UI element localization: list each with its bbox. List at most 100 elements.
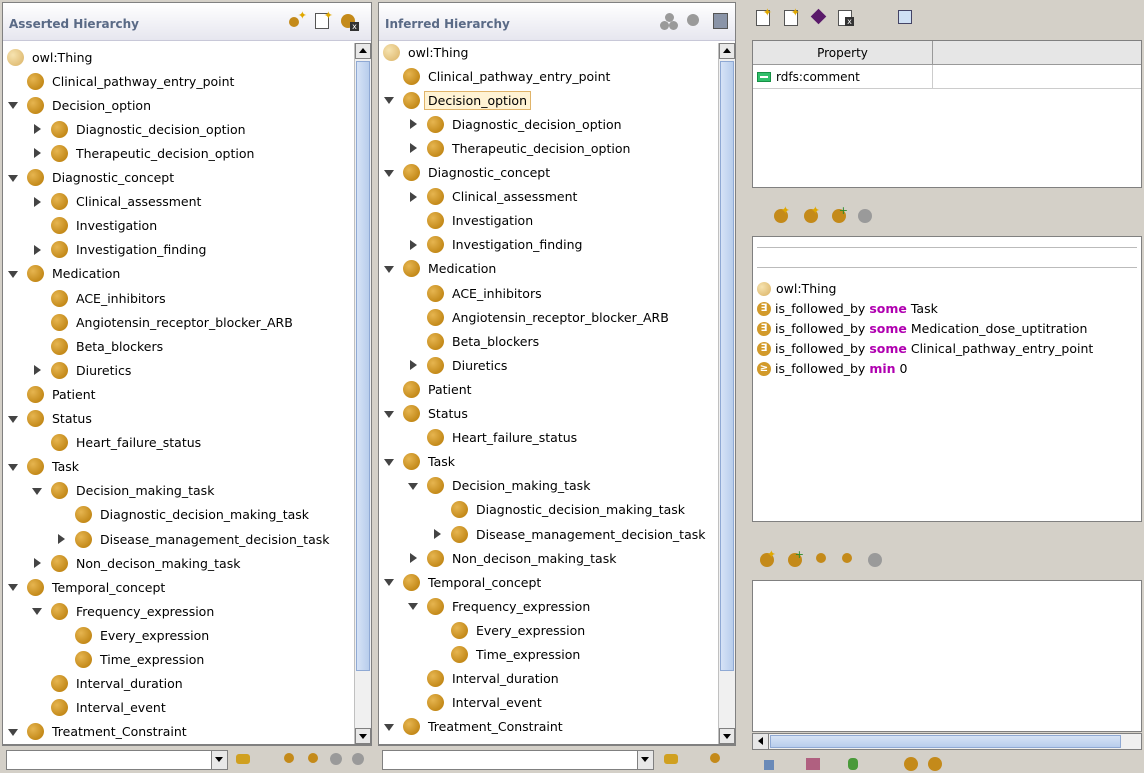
condition-item[interactable]: ∃ is_followed_by some Clinical_pathway_entr… — [757, 341, 1093, 356]
tree-node[interactable]: Investigation — [407, 210, 536, 232]
tree-node[interactable]: Heart_failure_status — [407, 427, 580, 449]
tree-node[interactable]: Interval_event — [31, 697, 169, 719]
classify-icon[interactable] — [659, 11, 679, 31]
expand-arrow-icon[interactable] — [407, 191, 419, 203]
collapse-arrow-icon[interactable] — [7, 461, 19, 473]
tree-node[interactable]: Task — [7, 456, 82, 478]
expand-arrow-icon[interactable] — [31, 244, 43, 256]
tree-node[interactable]: Clinical_assessment — [31, 191, 204, 213]
delete-annotation-icon[interactable]: x — [836, 8, 854, 26]
expand-arrow-icon[interactable] — [407, 239, 419, 251]
collapse-arrow-icon[interactable] — [383, 721, 395, 733]
tree-node[interactable]: Frequency_expression — [407, 595, 593, 617]
expand-arrow-icon[interactable] — [31, 557, 43, 569]
equivalent-icon[interactable] — [926, 754, 944, 772]
tree-node[interactable]: owl:Thing — [383, 43, 471, 63]
expand-arrow-icon[interactable] — [31, 196, 43, 208]
tree-node[interactable]: Every_expression — [55, 624, 212, 646]
tree-node[interactable]: Diagnostic_concept — [383, 162, 553, 184]
expand-arrow-icon[interactable] — [31, 147, 43, 159]
scroll-down-arrow[interactable] — [355, 728, 371, 744]
horizontal-scrollbar[interactable] — [752, 733, 1142, 750]
tree-node[interactable]: Diuretics — [407, 354, 510, 376]
tree-node[interactable]: Status — [383, 403, 471, 425]
tree-node[interactable]: Diagnostic_decision_making_task — [55, 504, 312, 526]
tree-node[interactable]: Non_decison_making_task — [31, 552, 243, 574]
add-annotation-icon[interactable]: ✦ — [754, 7, 772, 26]
collapse-arrow-icon[interactable] — [31, 605, 43, 617]
tree-node[interactable]: Diagnostic_decision_option — [31, 118, 249, 140]
tree-node[interactable]: Angiotensin_receptor_blocker_ARB — [31, 311, 296, 333]
delete-class-icon[interactable]: x — [339, 11, 359, 31]
tree-node[interactable]: Investigation_finding — [407, 234, 585, 256]
tree-node[interactable]: Patient — [383, 378, 475, 400]
collapse-arrow-icon[interactable] — [7, 172, 19, 184]
tree-node[interactable]: Diuretics — [31, 359, 134, 381]
chevron-down-icon[interactable] — [211, 751, 227, 769]
tree-node[interactable]: Time_expression — [55, 649, 207, 671]
debug-icon[interactable] — [844, 754, 862, 772]
collapse-arrow-icon[interactable] — [383, 456, 395, 468]
find-icon[interactable] — [685, 11, 705, 31]
save-icon[interactable] — [711, 11, 731, 31]
tree-node[interactable]: Clinical_assessment — [407, 186, 580, 208]
tree-node[interactable]: Decision_option — [7, 94, 154, 116]
tree-node[interactable]: Frequency_expression — [31, 600, 217, 622]
tree-node[interactable]: Diagnostic_decision_making_task — [431, 499, 688, 521]
collapse-arrow-icon[interactable] — [7, 268, 19, 280]
asserted-vertical-scrollbar[interactable] — [354, 43, 371, 744]
tree-node[interactable]: Therapeutic_decision_option — [31, 142, 257, 164]
tree-node[interactable]: Interval_event — [407, 692, 545, 714]
expand-tree-icon[interactable] — [282, 750, 300, 768]
chevron-down-icon[interactable] — [637, 751, 653, 769]
tree-node[interactable]: Medication — [7, 263, 123, 285]
expand-arrow-icon[interactable] — [407, 142, 419, 154]
search-next-icon[interactable] — [350, 750, 368, 768]
scroll-up-arrow[interactable] — [355, 43, 371, 59]
remove-condition-icon[interactable] — [856, 206, 874, 224]
tree-node[interactable]: Heart_failure_status — [31, 432, 204, 454]
tree-node[interactable]: Temporal_concept — [7, 576, 168, 598]
expand-arrow-icon[interactable] — [407, 118, 419, 130]
tree-node[interactable]: Time_expression — [431, 644, 583, 666]
create-named-class-icon[interactable]: ✦ — [772, 205, 790, 224]
collapse-arrow-icon[interactable] — [383, 576, 395, 588]
tree-node[interactable]: Medication — [383, 258, 499, 280]
expand-arrow-icon[interactable] — [407, 359, 419, 371]
table-row[interactable]: rdfs:comment — [753, 64, 1141, 89]
goto-icon[interactable] — [804, 754, 822, 772]
asserted-search-combo[interactable] — [6, 750, 228, 770]
collapse-arrow-icon[interactable] — [7, 99, 19, 111]
tree-node[interactable]: Interval_duration — [31, 673, 186, 695]
tree-node[interactable]: Patient — [7, 383, 99, 405]
tree-node[interactable]: Non_decison_making_task — [407, 547, 619, 569]
tree-node[interactable]: Diagnostic_concept — [7, 167, 177, 189]
tree-node[interactable]: owl:Thing — [7, 46, 95, 68]
property-column-header[interactable]: Property — [753, 41, 933, 65]
search-icon[interactable] — [328, 750, 346, 768]
tree-node[interactable]: Investigation — [31, 215, 160, 237]
inferred-search-combo[interactable] — [382, 750, 654, 770]
scroll-down-arrow[interactable] — [719, 728, 735, 744]
add-all-siblings-icon[interactable] — [814, 550, 832, 568]
tree-node[interactable]: Decision_making_task — [31, 480, 217, 502]
tree-node[interactable]: Decision_making_task — [407, 475, 593, 497]
inheritance-icon[interactable] — [760, 754, 778, 772]
condition-item[interactable]: ∃ is_followed_by some Medication_dose_uptit… — [757, 321, 1087, 336]
condition-item[interactable]: ∃ is_followed_by some Task — [757, 301, 938, 316]
expand-arrow-icon[interactable] — [431, 528, 443, 540]
tree-node[interactable]: Disease_management_decision_task — [55, 528, 333, 550]
scroll-thumb[interactable] — [770, 735, 1121, 748]
collapse-tree-icon[interactable] — [306, 750, 324, 768]
tree-node[interactable]: Diagnostic_decision_option — [407, 113, 625, 135]
tree-node[interactable]: Beta_blockers — [407, 330, 542, 352]
scroll-thumb[interactable] — [356, 61, 370, 671]
tree-node[interactable]: Beta_blockers — [31, 335, 166, 357]
expand-arrow-icon[interactable] — [55, 533, 67, 545]
tree-node[interactable]: Temporal_concept — [383, 571, 544, 593]
inferred-class-tree[interactable]: owl:Thing Clinical_pathway_entry_point Dec… — [379, 43, 717, 744]
superclass-item[interactable]: owl:Thing — [757, 281, 836, 296]
expand-arrow-icon[interactable] — [31, 123, 43, 135]
tree-node[interactable]: Treatment_Constraint — [7, 721, 190, 743]
union-icon[interactable] — [902, 754, 920, 772]
